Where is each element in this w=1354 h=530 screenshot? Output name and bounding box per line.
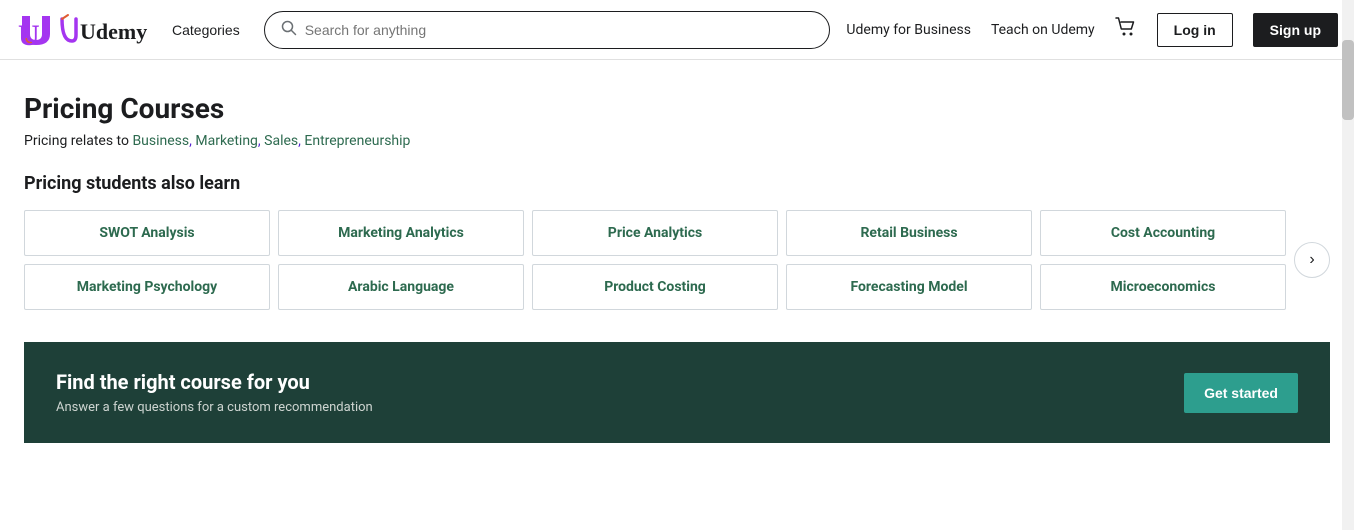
tag-arabic-language[interactable]: Arabic Language: [278, 264, 524, 310]
banner-subtitle: Answer a few questions for a custom reco…: [56, 400, 373, 415]
search-input[interactable]: [305, 22, 814, 38]
students-also-learn-title: Pricing students also learn: [24, 173, 1330, 194]
relates-links: Business, Marketing, Sales, Entrepreneur…: [132, 133, 410, 149]
udemy-wordmark: Udemy: [58, 13, 148, 47]
tag-marketing-analytics[interactable]: Marketing Analytics: [278, 210, 524, 256]
svg-text:Udemy: Udemy: [80, 19, 147, 44]
tag-price-analytics[interactable]: Price Analytics: [532, 210, 778, 256]
tag-swot-analysis[interactable]: SWOT Analysis: [24, 210, 270, 256]
scrollbar-thumb[interactable]: [1342, 40, 1354, 120]
udemy-logo-icon: U: [16, 12, 52, 48]
page-title: Pricing Courses: [24, 92, 1330, 125]
tag-cost-accounting[interactable]: Cost Accounting: [1040, 210, 1286, 256]
relates-sales-link[interactable]: Sales: [264, 133, 298, 149]
relates-marketing-link[interactable]: Marketing: [195, 133, 258, 149]
logo[interactable]: U Udemy: [16, 12, 148, 48]
tags-container: SWOT Analysis Marketing Analytics Price …: [24, 210, 1330, 310]
relates-line: Pricing relates to Business, Marketing, …: [24, 133, 1330, 149]
recommendation-banner: Find the right course for you Answer a f…: [24, 342, 1330, 443]
login-button[interactable]: Log in: [1157, 13, 1233, 47]
tag-retail-business[interactable]: Retail Business: [786, 210, 1032, 256]
main-content: Pricing Courses Pricing relates to Busin…: [0, 60, 1354, 443]
relates-entrepreneurship-link[interactable]: Entrepreneurship: [304, 133, 410, 149]
banner-title: Find the right course for you: [56, 370, 373, 394]
navbar: U Udemy Categories Udemy for Business Te…: [0, 0, 1354, 60]
tags-grid: SWOT Analysis Marketing Analytics Price …: [24, 210, 1286, 310]
search-bar: [264, 11, 831, 49]
cart-icon[interactable]: [1115, 16, 1137, 43]
relates-prefix: Pricing relates to: [24, 133, 132, 149]
udemy-business-link[interactable]: Udemy for Business: [846, 22, 971, 38]
scrollbar-track: [1342, 0, 1354, 530]
banner-text: Find the right course for you Answer a f…: [56, 370, 373, 415]
next-arrow-button[interactable]: ›: [1294, 242, 1330, 278]
categories-button[interactable]: Categories: [164, 18, 248, 42]
get-started-button[interactable]: Get started: [1184, 373, 1298, 413]
nav-right: Udemy for Business Teach on Udemy Log in…: [846, 13, 1338, 47]
tag-product-costing[interactable]: Product Costing: [532, 264, 778, 310]
search-icon: [281, 20, 297, 40]
signup-button[interactable]: Sign up: [1253, 13, 1338, 47]
svg-text:U: U: [18, 19, 40, 48]
tag-forecasting-model[interactable]: Forecasting Model: [786, 264, 1032, 310]
tag-microeconomics[interactable]: Microeconomics: [1040, 264, 1286, 310]
relates-business-link[interactable]: Business: [132, 133, 189, 149]
tag-marketing-psychology[interactable]: Marketing Psychology: [24, 264, 270, 310]
teach-on-udemy-link[interactable]: Teach on Udemy: [991, 22, 1095, 38]
